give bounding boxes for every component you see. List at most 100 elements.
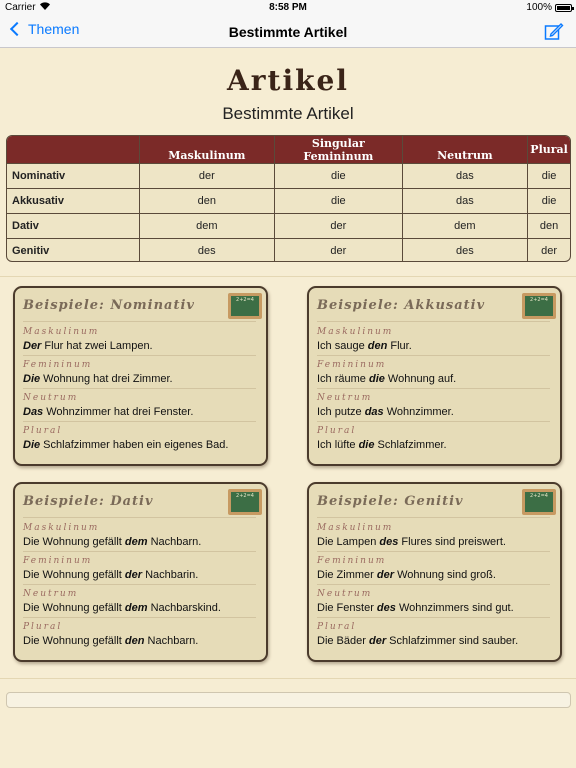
table-row: Dativ dem der dem den (7, 213, 570, 238)
example-card-genitiv: Beispiele: Genitiv 2+2=4 Maskulinum Die Lam… (307, 482, 562, 662)
gender-label: Plural (317, 426, 357, 436)
table-cell: des (403, 239, 529, 261)
table-cell: die (541, 170, 557, 182)
example-divider (23, 551, 256, 552)
article-highlight: Die (23, 373, 41, 385)
example-divider (317, 551, 550, 552)
battery-percent: 100% (526, 2, 552, 13)
example-divider (317, 517, 550, 518)
example-sentence: Die Wohnung gefällt der Nachbarin. (23, 569, 198, 581)
gender-label: Neutrum (317, 589, 373, 599)
column-header: Plural (530, 143, 568, 156)
sentence-prefix: Die Wohnung gefällt (23, 569, 125, 581)
table-cell: der (275, 239, 403, 261)
sentence-prefix: Die Lampen (317, 536, 380, 548)
compose-icon[interactable] (544, 22, 564, 42)
sentence-suffix: Wohnzimmer hat drei Fenster. (43, 406, 194, 418)
article-highlight: den (124, 635, 145, 647)
gender-label: Femininum (23, 556, 93, 566)
sentence-suffix: Schlafzimmer. (374, 439, 447, 451)
table-cell: dem (140, 214, 276, 238)
sentence-suffix: Flur. (387, 340, 412, 352)
chalkboard-text: 2+2=4 (231, 296, 259, 316)
example-sentence: Die Zimmer der Wohnung sind groß. (317, 569, 496, 581)
gender-label: Neutrum (23, 589, 79, 599)
section-divider (0, 678, 576, 679)
sentence-suffix: Nachbarn. (147, 536, 202, 548)
article-highlight: den (367, 340, 388, 352)
sentence-prefix: Die Bäder (317, 635, 369, 647)
article-highlight: dem (124, 536, 148, 548)
sentence-suffix: Wohnzimmers sind gut. (395, 602, 514, 614)
example-sentence: Ich räume die Wohnung auf. (317, 373, 456, 385)
case-label: Akkusativ (7, 189, 140, 213)
example-sentence: Der Flur hat zwei Lampen. (23, 340, 153, 352)
sentence-suffix: Schlafzimmer sind sauber. (386, 635, 519, 647)
article-highlight: das (364, 406, 384, 418)
article-highlight: die (358, 439, 375, 451)
status-bar: Carrier 8:58 PM 100% (0, 0, 576, 16)
gender-label: Femininum (317, 360, 387, 370)
table-cell: des (140, 239, 276, 261)
table-cell: der (275, 214, 403, 238)
chalkboard-icon: 2+2=4 (228, 489, 262, 515)
table-cell: dem (403, 214, 529, 238)
gender-label: Plural (317, 622, 357, 632)
article-highlight: dem (124, 602, 148, 614)
sentence-prefix: Die Wohnung gefällt (23, 635, 125, 647)
example-sentence: Die Schlafzimmer haben ein eigenes Bad. (23, 439, 228, 451)
chalkboard-text: 2+2=4 (231, 492, 259, 512)
gender-label: Plural (23, 622, 63, 632)
gender-label: Maskulinum (23, 523, 100, 533)
example-divider (317, 617, 550, 618)
table-row: Akkusativ den die das die (7, 188, 570, 213)
example-divider (23, 517, 256, 518)
example-card-akkusativ: Beispiele: Akkusativ 2+2=4 Maskulinum Ich s… (307, 286, 562, 466)
example-divider (317, 355, 550, 356)
example-divider (23, 617, 256, 618)
sentence-prefix: Die Wohnung gefällt (23, 602, 125, 614)
chalkboard-text: 2+2=4 (525, 296, 553, 316)
page-title: Artikel (227, 64, 349, 97)
article-highlight: die (368, 373, 385, 385)
gender-label: Femininum (23, 360, 93, 370)
sentence-prefix: Ich sauge (317, 340, 368, 352)
example-sentence: Die Wohnung gefällt dem Nachbarskind. (23, 602, 221, 614)
navigation-bar: Themen Bestimmte Artikel (0, 16, 576, 48)
example-card-nominativ: Beispiele: Nominativ 2+2=4 Maskulinum Der F… (13, 286, 268, 466)
example-sentence: Die Wohnung gefällt dem Nachbarn. (23, 536, 201, 548)
case-label: Dativ (7, 214, 140, 238)
example-sentence: Ich sauge den Flur. (317, 340, 412, 352)
example-divider (23, 321, 256, 322)
table-cell: die (275, 189, 403, 213)
bottom-input-bar[interactable] (6, 692, 571, 708)
sentence-prefix: Ich putze (317, 406, 365, 418)
chalkboard-icon: 2+2=4 (522, 293, 556, 319)
card-title: Beispiele: Genitiv (317, 494, 464, 509)
card-title: Beispiele: Akkusativ (317, 298, 486, 313)
section-divider (0, 276, 576, 277)
example-divider (23, 584, 256, 585)
chalkboard-icon: 2+2=4 (522, 489, 556, 515)
sentence-suffix: Wohnzimmer. (383, 406, 454, 418)
example-divider (317, 388, 550, 389)
example-divider (317, 321, 550, 322)
gender-label: Maskulinum (317, 327, 394, 337)
table-cell: den (140, 189, 276, 213)
sentence-suffix: Schlafzimmer haben ein eigenes Bad. (40, 439, 229, 451)
gender-label: Femininum (317, 556, 387, 566)
gender-label: Maskulinum (317, 523, 394, 533)
sentence-suffix: Wohnung auf. (384, 373, 457, 385)
card-title: Beispiele: Nominativ (23, 298, 195, 313)
article-highlight: der (368, 635, 387, 647)
example-sentence: Die Fenster des Wohnzimmers sind gut. (317, 602, 514, 614)
example-sentence: Die Lampen des Flures sind preiswert. (317, 536, 506, 548)
table-row: Nominativ der die das die (7, 163, 570, 188)
sentence-suffix: Nachbarskind. (147, 602, 221, 614)
sentence-prefix: Ich räume (317, 373, 369, 385)
case-label: Genitiv (7, 239, 140, 261)
article-highlight: Das (23, 406, 44, 418)
example-sentence: Die Bäder der Schlafzimmer sind sauber. (317, 635, 518, 647)
example-sentence: Ich putze das Wohnzimmer. (317, 406, 454, 418)
example-sentence: Die Wohnung gefällt den Nachbarn. (23, 635, 198, 647)
